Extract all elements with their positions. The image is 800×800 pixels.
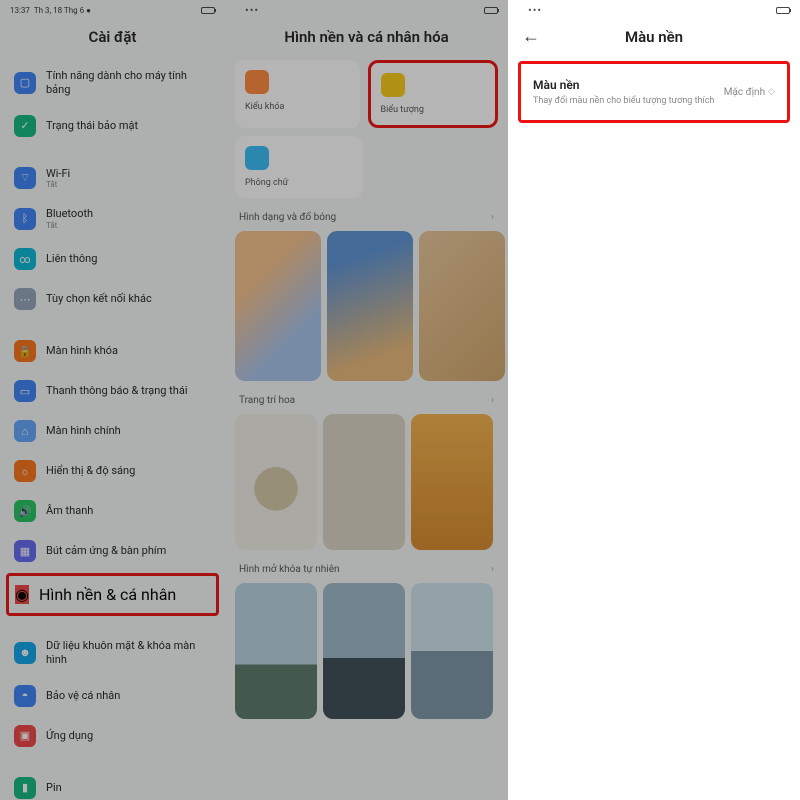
settings-item-display[interactable]: ☼Hiển thị & độ sáng [8,451,217,491]
privacy-icon: ◓ [14,685,36,707]
page-title: Cài đặt [0,18,225,60]
status-bar-2: ••• [225,0,508,18]
lock-icon: 🔒 [14,340,36,362]
brightness-icon: ☼ [14,460,36,482]
status-date: Th 3, 18 Thg 6 [34,6,84,15]
settings-item-wallpaper-personal[interactable]: ◉ Hình nền & cá nhân [6,573,219,616]
home-icon: ⌂ [14,420,36,442]
notification-icon: ▭ [14,380,36,402]
settings-item-lockscreen[interactable]: 🔒Màn hình khóa [8,331,217,371]
wallpaper-thumb[interactable] [235,231,321,381]
settings-item-other-conn[interactable]: ⋯Tùy chọn kết nối khác [8,279,217,319]
settings-item-connectivity[interactable]: ∞Liên thông [8,239,217,279]
sound-icon: 🔊 [14,500,36,522]
section-floral[interactable]: Trang trí hoa› [225,381,508,414]
lock-style-icon [245,70,269,94]
settings-item-home[interactable]: ⌂Màn hình chính [8,411,217,451]
settings-item-notification-bar[interactable]: ▭Thanh thông báo & trạng thái [8,371,217,411]
more-icon[interactable]: ••• [235,4,259,17]
chevron-right-icon: › [491,564,494,575]
chevron-right-icon: › [491,395,494,406]
settings-item-stylus[interactable]: ▦Bút cảm ứng & bàn phím [8,531,217,571]
settings-item-wifi[interactable]: ⌔Wi-FiTắt [8,158,217,199]
shield-icon: ✓ [14,115,36,137]
settings-item-tablet[interactable]: ▢Tính năng dành cho máy tính bảng [8,60,217,106]
option-value: Mặc định ◇ [724,87,775,98]
more-icon: ⋯ [14,288,36,310]
option-title: Màu nền [533,78,724,92]
select-icon: ◇ [768,87,775,97]
status-bar-3: ••• [508,0,800,18]
option-subtitle: Thay đổi màu nền cho biểu tượng tương th… [533,96,724,106]
wallpaper-thumb[interactable] [419,231,505,381]
wallpaper-icon: ◉ [15,585,29,604]
settings-item-face[interactable]: ☻Dữ liệu khuôn mặt & khóa màn hình [8,630,217,676]
wallpaper-thumb[interactable] [235,414,317,550]
page-title: Hình nền và cá nhân hóa [225,18,508,60]
wallpaper-thumb[interactable] [411,583,493,719]
battery-icon [484,7,498,14]
settings-item-sound[interactable]: 🔊Âm thanh [8,491,217,531]
settings-panel: 13:37 Th 3, 18 Thg 6 ● Cài đặt ▢Tính năn… [0,0,225,800]
wallpaper-thumb[interactable] [411,414,493,550]
more-icon[interactable]: ••• [518,4,542,17]
chevron-right-icon: › [491,212,494,223]
link-icon: ∞ [14,248,36,270]
section-nature[interactable]: Hình mở khóa tự nhiên› [225,550,508,583]
card-font[interactable]: Phông chữ [235,136,363,198]
wallpaper-thumb[interactable] [235,583,317,719]
wifi-icon: ⌔ [14,167,36,189]
battery-icon [776,7,790,14]
wallpaper-row-3[interactable] [225,583,508,719]
wallpaper-thumb[interactable] [323,583,405,719]
settings-item-bluetooth[interactable]: ᛒBluetoothTắt [8,198,217,239]
wallpaper-thumb[interactable] [327,231,413,381]
personalization-panel: ••• Hình nền và cá nhân hóa Kiểu khóa Bi… [225,0,508,800]
wallpaper-thumb[interactable] [323,414,405,550]
background-color-panel: ••• ← Màu nền Màu nền Thay đổi màu nền c… [508,0,800,800]
settings-item-privacy[interactable]: ◓Bảo vệ cá nhân [8,676,217,716]
status-time: 13:37 [10,6,30,15]
settings-item-battery[interactable]: ▮Pin [8,768,217,800]
font-icon [245,146,269,170]
background-color-option[interactable]: Màu nền Thay đổi màu nền cho biểu tượng … [518,61,790,123]
page-title: Màu nền [522,28,786,46]
status-bar: 13:37 Th 3, 18 Thg 6 ● [0,0,225,18]
keyboard-icon: ▦ [14,540,36,562]
battery-icon [201,7,215,14]
tablet-icon: ▢ [14,72,36,94]
wallpaper-row-1[interactable] [225,231,508,381]
icon-style-icon [381,73,405,97]
card-icon-style[interactable]: Biểu tượng [368,60,499,128]
apps-icon: ▣ [14,725,36,747]
battery-item-icon: ▮ [14,777,36,799]
card-lock-style[interactable]: Kiểu khóa [235,60,360,128]
section-shapes[interactable]: Hình dạng và đổ bóng› [225,198,508,231]
bluetooth-icon: ᛒ [14,208,36,230]
settings-item-apps[interactable]: ▣Ứng dụng [8,716,217,756]
settings-item-security-status[interactable]: ✓Trạng thái bảo mật [8,106,217,146]
face-icon: ☻ [14,642,36,664]
wallpaper-row-2[interactable] [225,414,508,550]
